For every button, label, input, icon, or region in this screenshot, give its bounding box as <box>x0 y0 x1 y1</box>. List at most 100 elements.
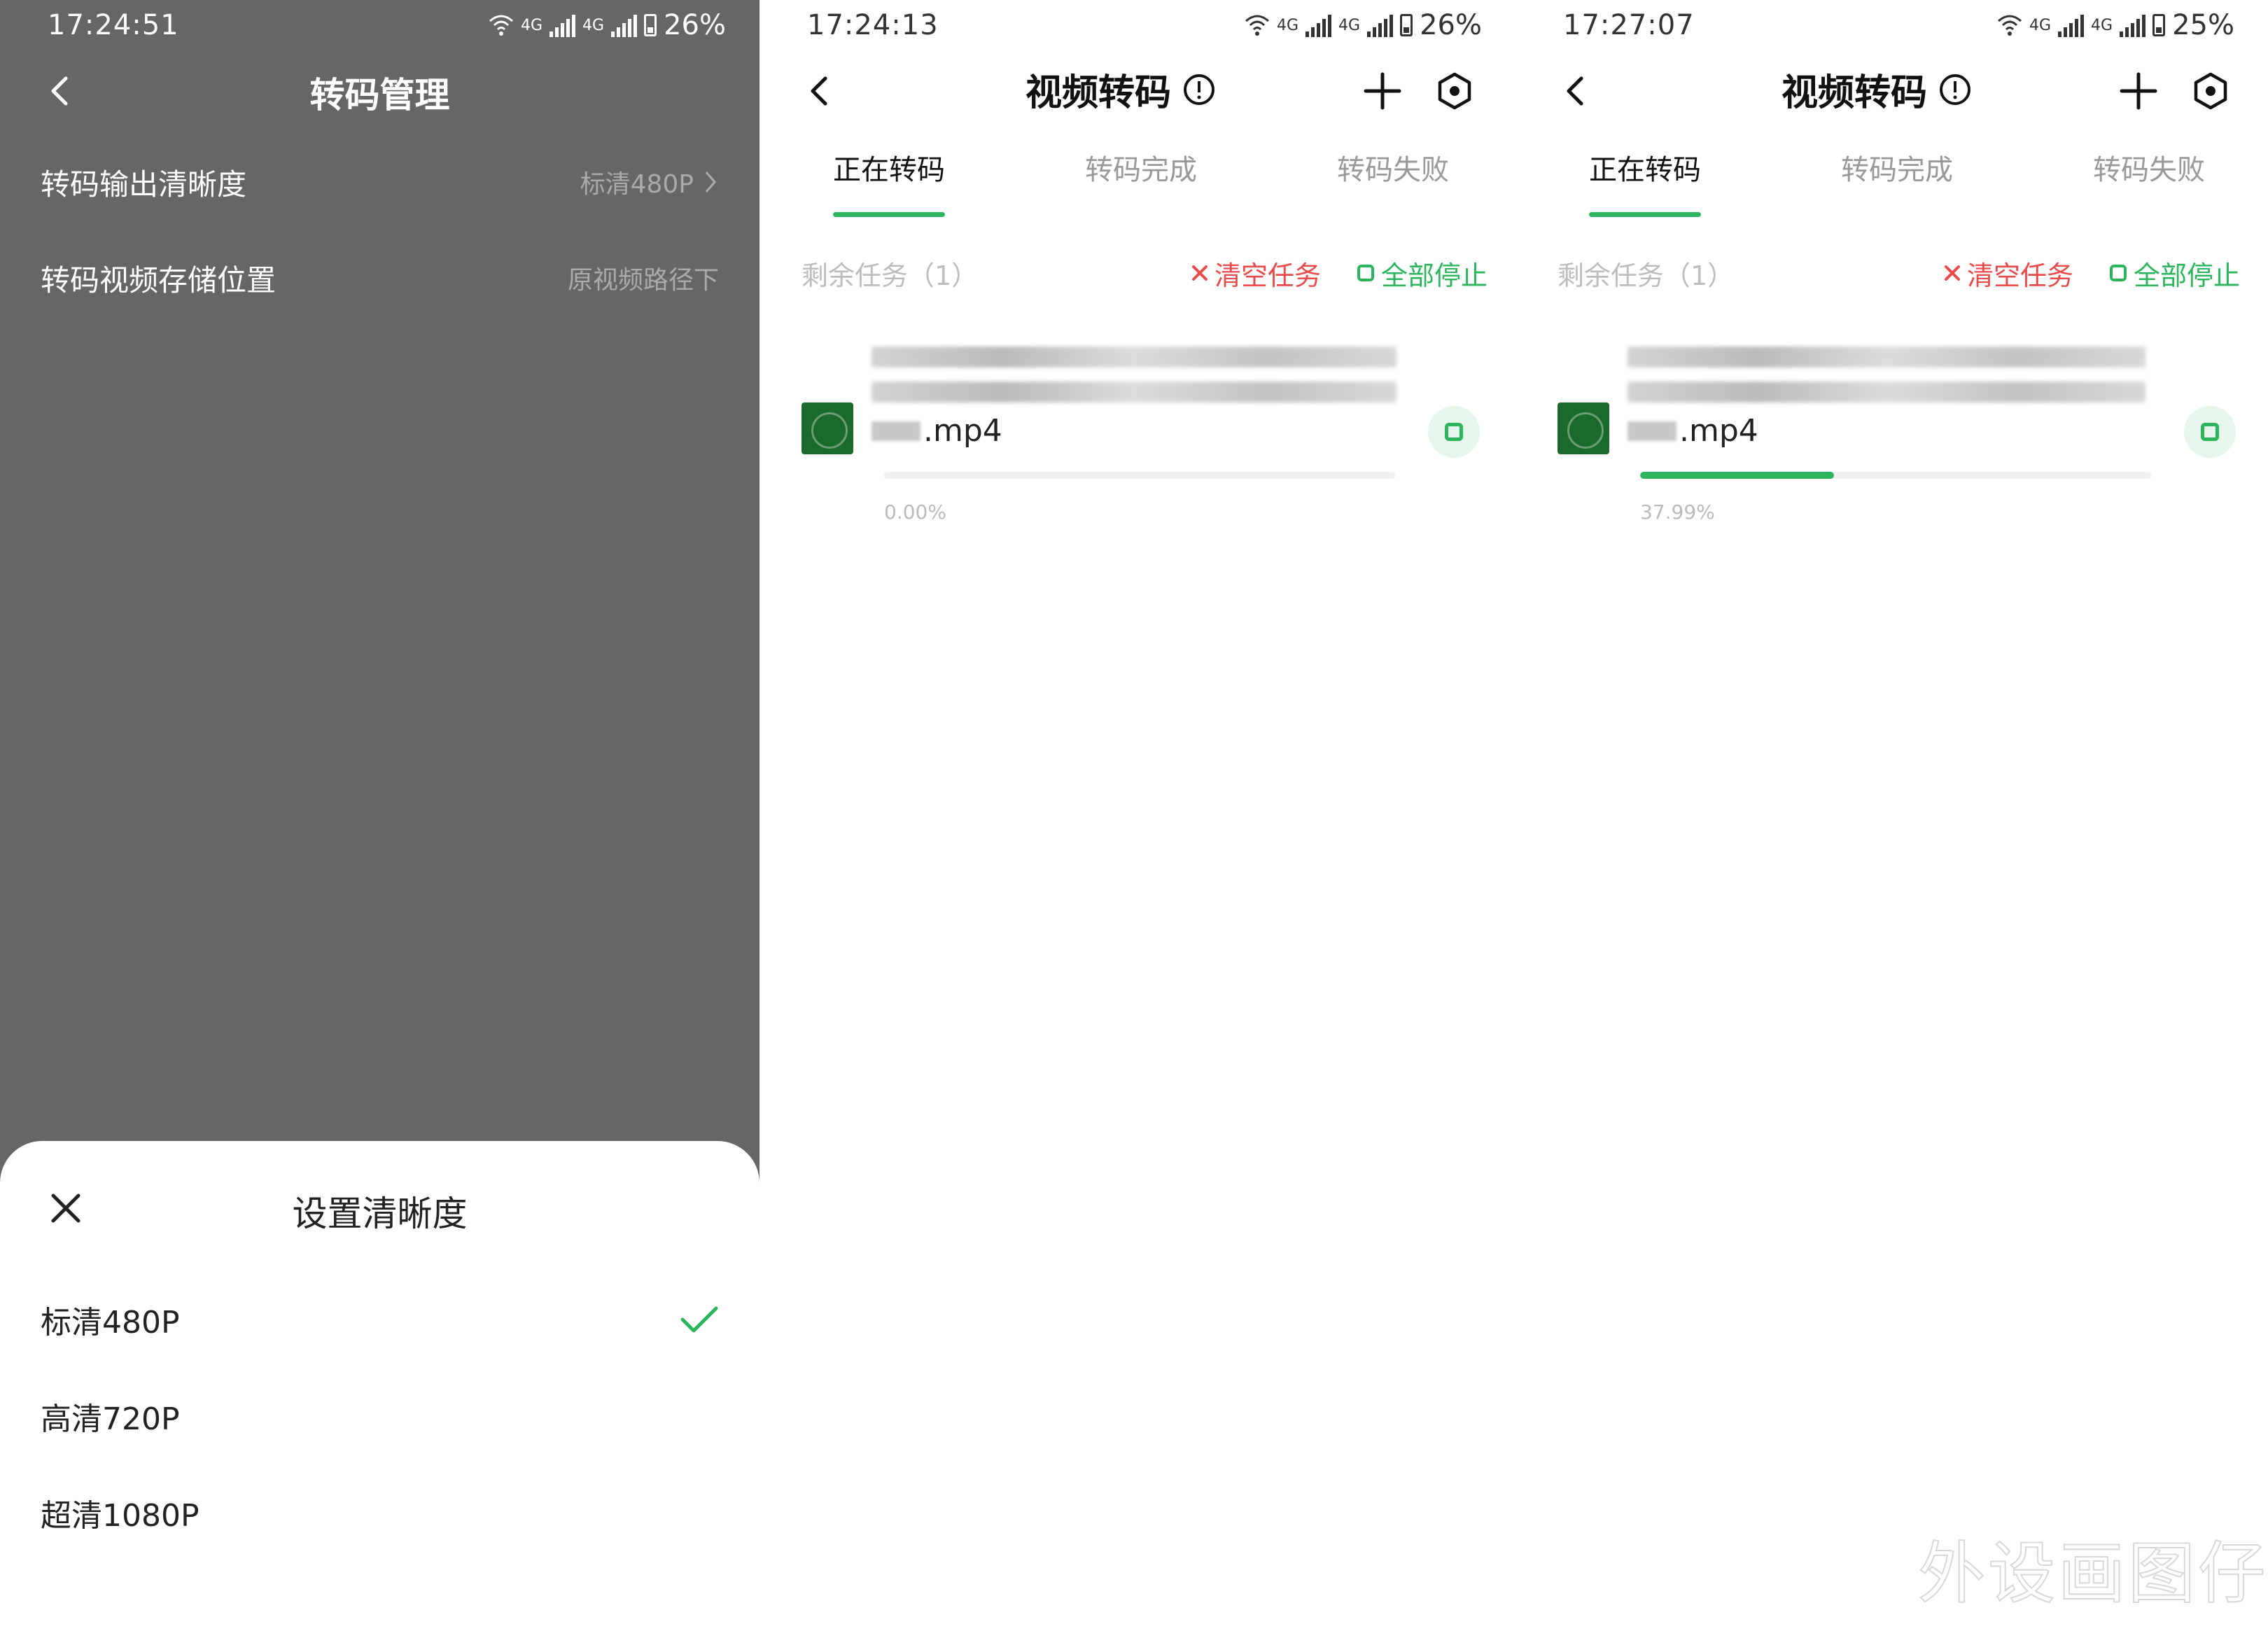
active-tab-indicator <box>1589 212 1701 217</box>
back-icon[interactable] <box>1556 71 1595 111</box>
stop-icon <box>1357 265 1374 281</box>
info-icon[interactable] <box>1938 73 1972 106</box>
tab-completed[interactable]: 转码完成 <box>1064 147 1218 217</box>
info-icon[interactable] <box>1182 73 1216 106</box>
tab-bar: 正在转码 转码完成 转码失败 <box>1516 147 2268 217</box>
active-tab-indicator <box>833 212 945 217</box>
header: 视频转码 <box>760 56 1516 126</box>
page-title: 视频转码 <box>1026 72 1172 114</box>
signal-icon-2 <box>1367 13 1394 37</box>
stop-task-button[interactable] <box>1428 406 1480 458</box>
stop-icon <box>1445 423 1463 441</box>
status-bar: 17:24:13 4G 4G 26% <box>760 0 1516 50</box>
option-label: 超清1080P <box>41 1498 200 1534</box>
battery-icon <box>644 14 657 36</box>
progress-bar <box>1640 472 2151 479</box>
network-type-2: 4G <box>1338 16 1361 34</box>
watermark: 外设画图仔 <box>1917 1534 2268 1614</box>
tab-completed[interactable]: 转码完成 <box>1820 147 1974 217</box>
filename-blurred <box>1628 346 2146 368</box>
close-icon <box>1191 265 1208 281</box>
setting-value: 原视频路径下 <box>567 266 719 295</box>
option-label: 标清480P <box>41 1305 180 1340</box>
clear-tasks-button[interactable]: 清空任务 <box>1191 254 1321 293</box>
file-name: .mp4 <box>1679 413 1758 449</box>
setting-storage-location[interactable]: 转码视频存储位置 原视频路径下 <box>0 232 760 323</box>
battery-level: 26% <box>1420 9 1482 41</box>
network-type: 4G <box>2029 16 2052 34</box>
option-480p[interactable]: 标清480P <box>41 1284 719 1354</box>
network-type-2: 4G <box>2091 16 2113 34</box>
back-icon[interactable] <box>800 71 839 111</box>
status-bar: 17:27:07 4G 4G 25% <box>1516 0 2268 50</box>
progress-text: 0.00% <box>884 500 946 524</box>
page-title: 视频转码 <box>1782 72 1928 114</box>
wifi-icon <box>1245 15 1269 36</box>
file-name: .mp4 <box>923 413 1002 449</box>
task-toolbar: 剩余任务（1） 清空任务 全部停止 <box>802 245 1488 301</box>
signal-icon <box>550 13 576 37</box>
setting-value: 标清480P <box>580 170 694 199</box>
status-bar: 17:24:51 4G 4G 26% <box>0 0 760 50</box>
wifi-icon <box>489 15 513 36</box>
signal-icon-2 <box>611 13 638 37</box>
add-icon[interactable] <box>1362 70 1404 112</box>
setting-label: 转码视频存储位置 <box>41 262 276 298</box>
status-time: 17:24:51 <box>48 9 179 41</box>
battery-icon <box>2152 14 2166 36</box>
video-thumbnail <box>802 402 853 454</box>
task-toolbar: 剩余任务（1） 清空任务 全部停止 <box>1558 245 2240 301</box>
network-type: 4G <box>1277 16 1299 34</box>
battery-level: 26% <box>664 9 726 41</box>
header: 视频转码 <box>1516 56 2268 126</box>
status-time: 17:27:07 <box>1563 9 1695 41</box>
option-1080p[interactable]: 超清1080P <box>41 1478 719 1548</box>
signal-icon <box>2058 13 2085 37</box>
battery-icon <box>1400 14 1413 36</box>
network-type: 4G <box>521 16 543 34</box>
tab-bar: 正在转码 转码完成 转码失败 <box>760 147 1516 217</box>
option-label: 高清720P <box>41 1401 180 1437</box>
resolution-bottom-sheet: 设置清晰度 标清480P 高清720P 超清1080P <box>0 1141 760 1638</box>
stop-all-button[interactable]: 全部停止 <box>2108 254 2240 293</box>
video-transcode-screen-start: 17:24:13 4G 4G 26% 视频转码 正在转码 转码完成 转码失败 剩… <box>760 0 1516 1638</box>
chevron-right-icon <box>705 172 716 192</box>
remaining-tasks: 剩余任务（1） <box>1558 260 1735 291</box>
stop-icon <box>2109 265 2127 281</box>
progress-bar <box>884 472 1395 479</box>
battery-level: 25% <box>2172 9 2234 41</box>
network-type-2: 4G <box>582 16 605 34</box>
settings-icon[interactable] <box>1435 71 1474 111</box>
tab-transcoding[interactable]: 正在转码 <box>812 147 966 217</box>
page-title: 转码管理 <box>309 75 450 115</box>
sheet-title: 设置清晰度 <box>292 1194 468 1234</box>
transcode-settings-screen: 17:24:51 4G 4G 26% 转码管理 转码输出清晰度 标清480P 转… <box>0 0 760 1638</box>
filename-blurred <box>1628 382 2146 402</box>
stop-icon <box>2201 423 2219 441</box>
task-item: .mp4 0.00% <box>802 343 1494 539</box>
filename-blurred <box>872 382 1396 402</box>
setting-output-resolution[interactable]: 转码输出清晰度 标清480P <box>0 136 760 227</box>
option-720p[interactable]: 高清720P <box>41 1381 719 1451</box>
setting-label: 转码输出清晰度 <box>41 167 247 202</box>
header: 转码管理 <box>0 56 760 126</box>
signal-icon-2 <box>2120 13 2146 37</box>
wifi-icon <box>1998 15 2022 36</box>
progress-fill <box>1640 472 1835 479</box>
filename-blurred <box>872 346 1396 368</box>
task-item: .mp4 37.99% <box>1558 343 2247 539</box>
video-transcode-screen-progress: 17:27:07 4G 4G 25% 视频转码 正在转码 转码完成 转码失败 剩… <box>1516 0 2268 1638</box>
clear-tasks-button[interactable]: 清空任务 <box>1943 254 2073 293</box>
progress-text: 37.99% <box>1640 500 1715 524</box>
signal-icon <box>1306 13 1332 37</box>
check-icon <box>680 1306 718 1333</box>
add-icon[interactable] <box>2118 70 2160 112</box>
tab-failed[interactable]: 转码失败 <box>1316 147 1470 217</box>
status-time: 17:24:13 <box>807 9 939 41</box>
settings-icon[interactable] <box>2191 71 2230 111</box>
tab-failed[interactable]: 转码失败 <box>2072 147 2226 217</box>
stop-task-button[interactable] <box>2184 406 2236 458</box>
close-icon <box>1944 265 1960 281</box>
tab-transcoding[interactable]: 正在转码 <box>1568 147 1722 217</box>
stop-all-button[interactable]: 全部停止 <box>1356 254 1488 293</box>
